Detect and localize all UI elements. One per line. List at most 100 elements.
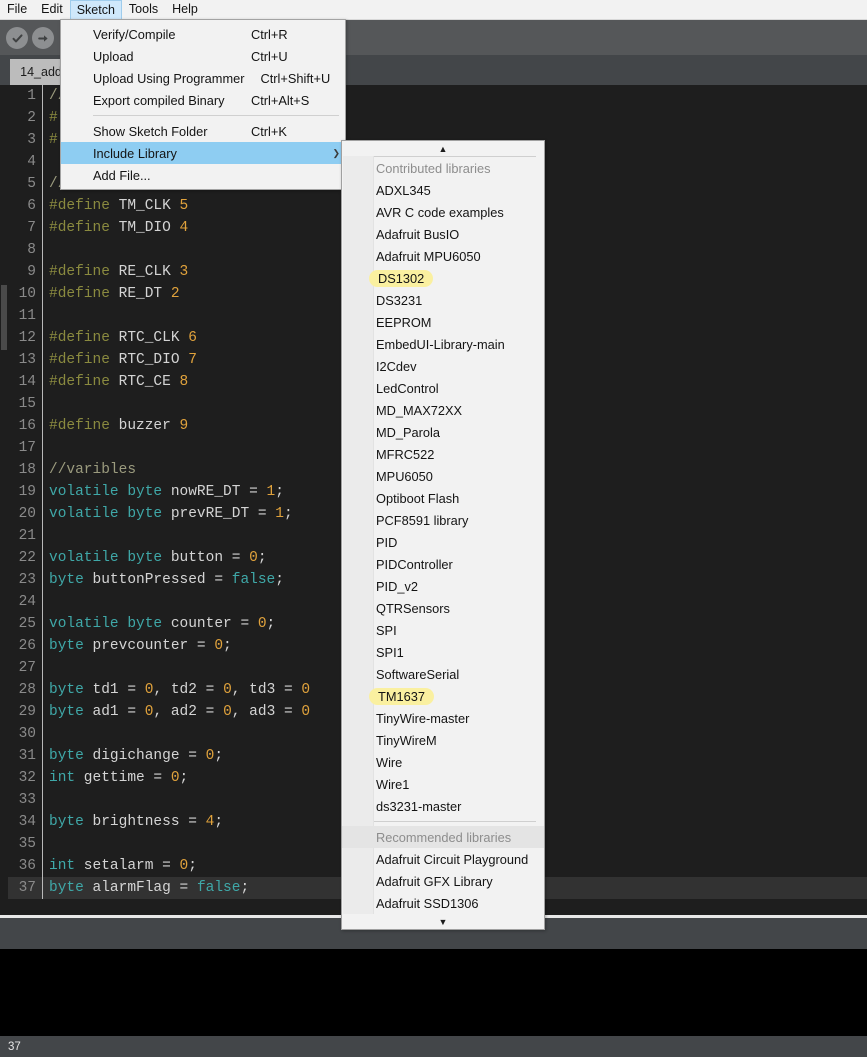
scrollbar-thumb[interactable] <box>1 285 7 350</box>
library-item-ds3231[interactable]: DS3231 <box>342 289 544 311</box>
library-item-ledcontrol[interactable]: LedControl <box>342 377 544 399</box>
menu-item-include-library[interactable]: Include Library❯ <box>61 142 345 164</box>
menu-item-verify-compile[interactable]: Verify/CompileCtrl+R <box>61 23 345 45</box>
library-item-ds3231-master[interactable]: ds3231-master <box>342 795 544 817</box>
menubar-item-edit[interactable]: Edit <box>34 0 70 19</box>
code-token: RTC_DIO <box>110 352 188 368</box>
code-token: byte <box>49 880 84 896</box>
code-token: ; <box>275 484 284 500</box>
library-item-mpu6050[interactable]: MPU6050 <box>342 465 544 487</box>
code-token: 5 <box>180 198 189 214</box>
gutter-divider <box>42 679 43 701</box>
code-token: TM_CLK <box>110 198 180 214</box>
library-item-spi[interactable]: SPI <box>342 619 544 641</box>
code-token: 0 <box>214 638 223 654</box>
line-number: 12 <box>8 330 42 346</box>
upload-button[interactable] <box>32 27 54 49</box>
library-item-ds1302[interactable]: DS1302 <box>342 267 544 289</box>
library-item-label: MFRC522 <box>376 447 434 462</box>
library-item-tinywirem[interactable]: TinyWireM <box>342 729 544 751</box>
gutter-divider <box>42 107 43 129</box>
code-token: td1 = <box>84 682 145 698</box>
library-item-softwareserial[interactable]: SoftwareSerial <box>342 663 544 685</box>
code-line-source: #define RTC_CE 8 <box>49 374 188 390</box>
menu-item-show-sketch-folder[interactable]: Show Sketch FolderCtrl+K <box>61 120 345 142</box>
include-library-submenu[interactable]: ▲ Contributed libraries ADXL345AVR C code… <box>341 140 545 930</box>
gutter-divider <box>42 305 43 327</box>
menu-item-export-compiled-binary[interactable]: Export compiled BinaryCtrl+Alt+S <box>61 89 345 111</box>
scroll-down-arrow[interactable]: ▼ <box>342 914 544 929</box>
library-item-md-max72xx[interactable]: MD_MAX72XX <box>342 399 544 421</box>
line-number: 34 <box>8 814 42 830</box>
line-number: 27 <box>8 660 42 676</box>
library-item-label: LedControl <box>376 381 439 396</box>
menubar-item-help[interactable]: Help <box>165 0 205 19</box>
code-token: , ad2 = <box>153 704 223 720</box>
menu-item-add-file[interactable]: Add File... <box>61 164 345 186</box>
library-item-tinywire-master[interactable]: TinyWire-master <box>342 707 544 729</box>
menu-separator <box>93 115 339 116</box>
line-number: 17 <box>8 440 42 456</box>
line-number: 2 <box>8 110 42 126</box>
code-token: ; <box>258 550 267 566</box>
library-item-pid[interactable]: PID <box>342 531 544 553</box>
gutter-divider <box>42 459 43 481</box>
code-token: byte <box>49 748 84 764</box>
library-item-adafruit-ssd1306[interactable]: Adafruit SSD1306 <box>342 892 544 914</box>
library-item-i2cdev[interactable]: I2Cdev <box>342 355 544 377</box>
library-item-adafruit-circuit-playground[interactable]: Adafruit Circuit Playground <box>342 848 544 870</box>
library-item-embedui-library-main[interactable]: EmbedUI-Library-main <box>342 333 544 355</box>
gutter-divider <box>42 503 43 525</box>
library-item-pid-v2[interactable]: PID_v2 <box>342 575 544 597</box>
line-number: 37 <box>8 880 42 896</box>
gutter-divider <box>42 767 43 789</box>
code-token: byte <box>49 704 84 720</box>
code-token: byte <box>49 682 84 698</box>
library-item-mfrc522[interactable]: MFRC522 <box>342 443 544 465</box>
code-line-source: //varibles <box>49 462 136 478</box>
code-token: ; <box>180 770 189 786</box>
library-item-optiboot-flash[interactable]: Optiboot Flash <box>342 487 544 509</box>
gutter-divider <box>42 239 43 261</box>
editor-marker-strip[interactable] <box>0 85 8 915</box>
menu-item-upload[interactable]: UploadCtrl+U <box>61 45 345 67</box>
library-item-adafruit-gfx-library[interactable]: Adafruit GFX Library <box>342 870 544 892</box>
menu-item-upload-using-programmer[interactable]: Upload Using ProgrammerCtrl+Shift+U <box>61 67 345 89</box>
scroll-up-arrow[interactable]: ▲ <box>342 141 544 156</box>
gutter-divider <box>42 591 43 613</box>
code-token: 0 <box>171 770 180 786</box>
menu-item-shortcut: Ctrl+K <box>235 124 339 139</box>
gutter-divider <box>42 173 43 195</box>
library-group-header-contributed-libraries: Contributed libraries <box>342 157 544 179</box>
code-token: # <box>49 110 58 126</box>
library-item-eeprom[interactable]: EEPROM <box>342 311 544 333</box>
code-token: volatile byte <box>49 616 162 632</box>
library-item-tm1637[interactable]: TM1637 <box>342 685 544 707</box>
library-item-adxl345[interactable]: ADXL345 <box>342 179 544 201</box>
menu-item-shortcut: Ctrl+U <box>235 49 339 64</box>
menubar-item-tools[interactable]: Tools <box>122 0 165 19</box>
library-item-wire1[interactable]: Wire1 <box>342 773 544 795</box>
library-item-qtrsensors[interactable]: QTRSensors <box>342 597 544 619</box>
library-item-avr-c-code-examples[interactable]: AVR C code examples <box>342 201 544 223</box>
menu-item-label: Add File... <box>93 168 339 183</box>
code-token: 6 <box>188 330 197 346</box>
library-item-adafruit-mpu6050[interactable]: Adafruit MPU6050 <box>342 245 544 267</box>
code-token: ; <box>188 858 197 874</box>
verify-button[interactable] <box>6 27 28 49</box>
library-item-wire[interactable]: Wire <box>342 751 544 773</box>
code-line-source: volatile byte prevRE_DT = 1; <box>49 506 293 522</box>
code-token: buttonPressed = <box>84 572 232 588</box>
code-token: int <box>49 770 75 786</box>
code-token: gettime = <box>75 770 171 786</box>
library-item-pidcontroller[interactable]: PIDController <box>342 553 544 575</box>
sketch-dropdown-menu[interactable]: Verify/CompileCtrl+RUploadCtrl+UUpload U… <box>60 19 346 190</box>
library-item-label: Contributed libraries <box>376 161 491 176</box>
code-token: 0 <box>223 682 232 698</box>
library-item-md-parola[interactable]: MD_Parola <box>342 421 544 443</box>
menubar-item-file[interactable]: File <box>0 0 34 19</box>
library-item-pcf8591-library[interactable]: PCF8591 library <box>342 509 544 531</box>
library-item-adafruit-busio[interactable]: Adafruit BusIO <box>342 223 544 245</box>
library-item-spi1[interactable]: SPI1 <box>342 641 544 663</box>
menubar-item-sketch[interactable]: Sketch <box>70 0 122 19</box>
